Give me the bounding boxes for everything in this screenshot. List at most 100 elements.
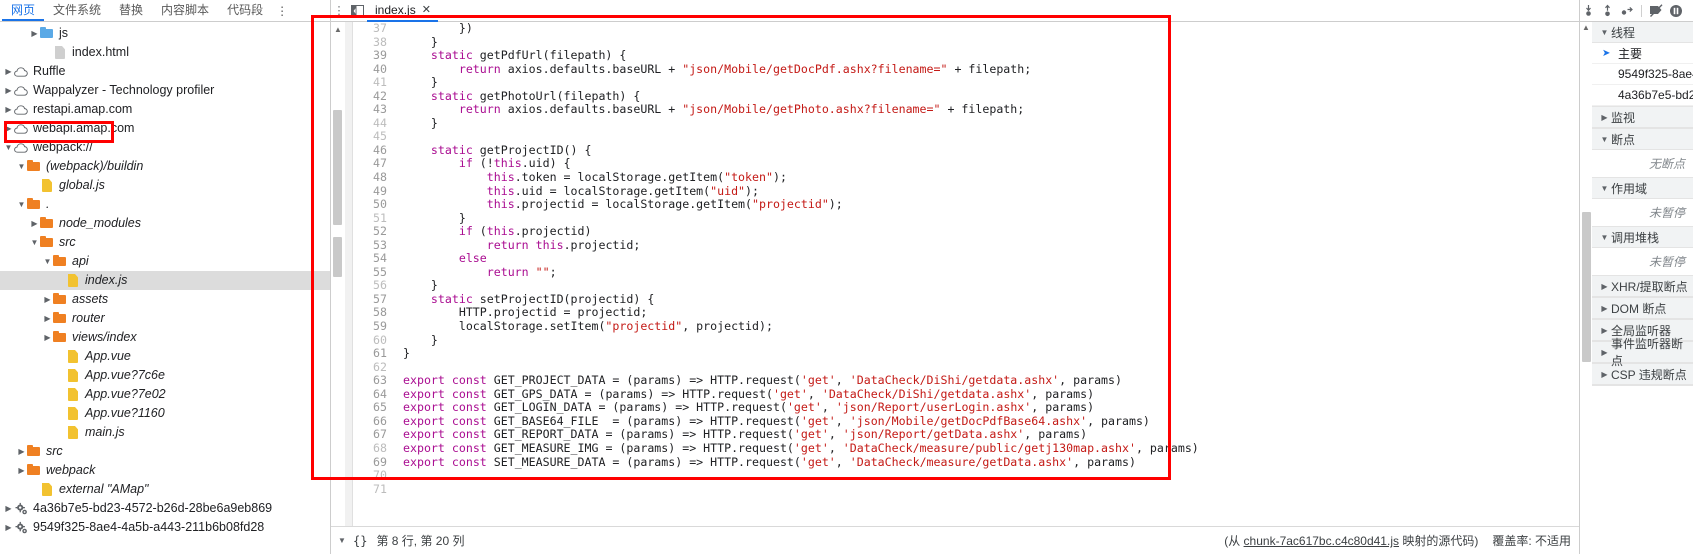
code-line[interactable]: 44 } xyxy=(353,116,1579,131)
tree-item[interactable]: 9549f325-8ae4-4a5b-a443-211b6b08fd28 xyxy=(0,518,330,537)
chevron-right-icon[interactable] xyxy=(3,62,14,81)
section-header-dom-breakpoints[interactable]: DOM 断点 xyxy=(1592,298,1693,319)
code-line[interactable]: 65 export const GET_LOGIN_DATA = (params)… xyxy=(353,401,1579,415)
line-number[interactable]: 51 xyxy=(353,211,394,226)
code-line[interactable]: 49 this.uid = localStorage.getItem("uid"… xyxy=(353,184,1579,199)
chevron-down-icon[interactable] xyxy=(3,138,14,157)
tree-item[interactable]: App.vue?7e02 xyxy=(0,385,330,404)
chevron-down-icon[interactable] xyxy=(1598,179,1611,198)
code-line[interactable]: 39 static getPdfUrl(filepath) { xyxy=(353,48,1579,63)
tree-item[interactable]: index.html xyxy=(0,43,330,62)
line-number[interactable]: 37 xyxy=(353,22,394,36)
tree-item[interactable]: webpack xyxy=(0,461,330,480)
chevron-right-icon[interactable] xyxy=(29,24,40,43)
line-number[interactable]: 42 xyxy=(353,89,394,104)
code-line[interactable]: 58 HTTP.projectid = projectid; xyxy=(353,306,1579,320)
code-line[interactable]: 57 static setProjectID(projectid) { xyxy=(353,292,1579,307)
tree-item[interactable]: webapi.amap.com xyxy=(0,119,330,138)
line-number[interactable]: 69 xyxy=(353,455,394,470)
navigator-tab-3[interactable]: 内容脚本 xyxy=(152,1,218,21)
code-line[interactable]: 61} xyxy=(353,347,1579,361)
line-number[interactable]: 65 xyxy=(353,401,394,415)
chevron-right-icon[interactable] xyxy=(16,461,27,480)
tree-item[interactable]: src xyxy=(0,442,330,461)
section-header-call-stack[interactable]: 调用堆栈 xyxy=(1592,227,1693,248)
code-line[interactable]: 48 this.token = localStorage.getItem("to… xyxy=(353,170,1579,185)
line-number[interactable]: 53 xyxy=(353,238,394,253)
line-number[interactable]: 70 xyxy=(353,468,394,483)
line-number[interactable]: 52 xyxy=(353,225,394,239)
line-number[interactable]: 63 xyxy=(353,374,394,388)
line-number[interactable]: 57 xyxy=(353,292,394,307)
chevron-down-icon[interactable] xyxy=(16,195,27,214)
line-number[interactable]: 61 xyxy=(353,347,394,361)
debugger-row[interactable]: 9549f325-8ae4-4a5b-a443-211b6b08fd28 xyxy=(1592,64,1693,85)
code-line[interactable]: 52 if (this.projectid) xyxy=(353,224,1579,239)
line-number[interactable]: 60 xyxy=(353,333,394,348)
tree-item[interactable]: App.vue xyxy=(0,347,330,366)
line-number[interactable]: 55 xyxy=(353,265,394,280)
step-into-icon[interactable] xyxy=(1580,2,1597,19)
toggle-drawer-icon[interactable]: ▼ xyxy=(331,536,353,545)
step-icon[interactable] xyxy=(1618,2,1635,19)
line-number[interactable]: 41 xyxy=(353,76,394,90)
chevron-right-icon[interactable] xyxy=(42,290,53,309)
tree-item[interactable]: . xyxy=(0,195,330,214)
line-number[interactable]: 71 xyxy=(353,482,394,497)
section-header-csp-violation-breakpoints[interactable]: CSP 违规断点 xyxy=(1592,364,1693,385)
code-line[interactable]: 67 export const GET_REPORT_DATA = (params… xyxy=(353,428,1579,442)
section-header-xhr-breakpoints[interactable]: XHR/提取断点 xyxy=(1592,276,1693,297)
line-number[interactable]: 62 xyxy=(353,360,394,375)
chevron-down-icon[interactable] xyxy=(16,157,27,176)
code-line[interactable]: 40 return axios.defaults.baseURL + "json… xyxy=(353,62,1579,77)
code-line[interactable]: 63 export const GET_PROJECT_DATA = (param… xyxy=(353,373,1579,388)
line-number[interactable]: 46 xyxy=(353,143,394,158)
chevron-down-icon[interactable] xyxy=(42,252,53,271)
chevron-down-icon[interactable] xyxy=(29,233,40,252)
toggle-navigator-icon[interactable] xyxy=(347,3,367,19)
code-line[interactable]: 55 return ""; xyxy=(353,265,1579,280)
tree-item[interactable]: webpack:// xyxy=(0,138,330,157)
line-number[interactable]: 38 xyxy=(353,35,394,50)
close-icon[interactable]: ✕ xyxy=(422,3,431,16)
code-line[interactable]: 56 } xyxy=(353,279,1579,293)
tree-item[interactable]: external "AMap" xyxy=(0,480,330,499)
line-number[interactable]: 56 xyxy=(353,279,394,293)
chevron-right-icon[interactable] xyxy=(3,119,14,138)
code-line[interactable]: 62 xyxy=(353,360,1579,375)
code-line[interactable]: 66 export const GET_BASE64_FILE = (params… xyxy=(353,414,1579,429)
section-header-event-listener-breakpoints[interactable]: 事件监听器断点 xyxy=(1592,337,1693,368)
code-line[interactable]: 50 this.projectid = localStorage.getItem… xyxy=(353,197,1579,212)
chevron-right-icon[interactable] xyxy=(1598,321,1611,340)
code-line[interactable]: 46 static getProjectID() { xyxy=(353,143,1579,158)
tree-item[interactable]: api xyxy=(0,252,330,271)
code-line[interactable]: 69 export const SET_MEASURE_DATA = (param… xyxy=(353,455,1579,470)
chevron-down-icon[interactable] xyxy=(1598,23,1611,42)
line-number[interactable]: 66 xyxy=(353,414,394,429)
line-number[interactable]: 48 xyxy=(353,170,394,185)
navigator-more-icon[interactable]: ⋮ xyxy=(272,4,295,21)
code-line[interactable]: 51 } xyxy=(353,211,1579,226)
line-number[interactable]: 68 xyxy=(353,441,394,456)
code-line[interactable]: 43 return axios.defaults.baseURL + "json… xyxy=(353,103,1579,117)
tree-item[interactable]: js xyxy=(0,24,330,43)
deactivate-breakpoints-icon[interactable] xyxy=(1648,2,1665,19)
chevron-right-icon[interactable] xyxy=(3,81,14,100)
line-number[interactable]: 58 xyxy=(353,306,394,320)
chevron-down-icon[interactable] xyxy=(1598,130,1611,149)
tree-item[interactable]: main.js xyxy=(0,423,330,442)
code-line[interactable]: 47 if (!this.uid) { xyxy=(353,157,1579,171)
breakpoint-gutter[interactable] xyxy=(345,22,353,526)
code-line[interactable]: 54 else xyxy=(353,252,1579,266)
tree-item[interactable]: node_modules xyxy=(0,214,330,233)
editor-tab-index-js[interactable]: index.js ✕ xyxy=(367,0,438,22)
pause-on-exceptions-icon[interactable] xyxy=(1667,2,1684,19)
chevron-right-icon[interactable] xyxy=(3,518,14,537)
scroll-up-icon[interactable]: ▲ xyxy=(331,24,345,36)
tree-item[interactable]: router xyxy=(0,309,330,328)
code-line[interactable]: 45 xyxy=(353,130,1579,144)
scroll-up-icon[interactable]: ▲ xyxy=(1580,23,1592,32)
navigator-tab-1[interactable]: 文件系统 xyxy=(44,1,110,21)
file-tree[interactable]: jsindex.html Ruffle Wappalyzer - Technolog… xyxy=(0,22,330,554)
chevron-right-icon[interactable] xyxy=(16,442,27,461)
